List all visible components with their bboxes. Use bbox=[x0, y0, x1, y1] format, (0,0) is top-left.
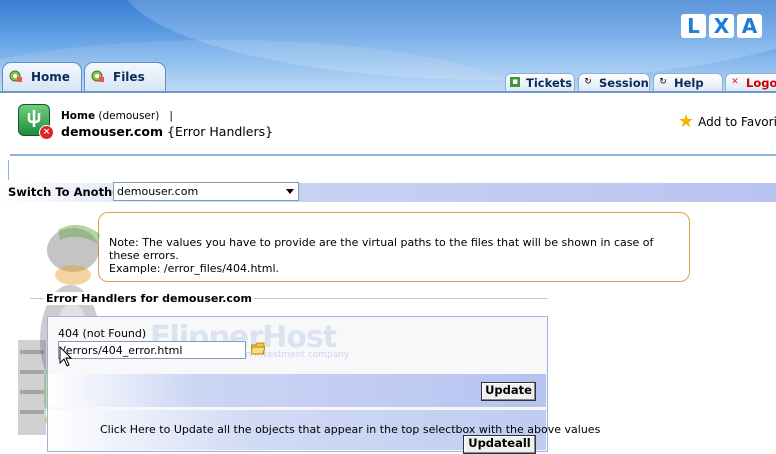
tab-tickets-label: Tickets bbox=[526, 76, 573, 90]
tab-session-label: Session bbox=[599, 76, 649, 90]
ticket-icon: ▪ bbox=[510, 77, 520, 87]
help-icon: ↻ bbox=[659, 77, 667, 87]
switch-label: Switch To Another bbox=[8, 185, 126, 199]
logo-letter: X bbox=[709, 14, 734, 38]
error-path-value: /errors/404_error.html bbox=[62, 344, 183, 357]
field-label-404: 404 (not Found) bbox=[58, 327, 147, 340]
page-title-section: {Error Handlers} bbox=[167, 124, 274, 139]
breadcrumb-home[interactable]: Home bbox=[61, 110, 95, 122]
close-icon: ✕ bbox=[731, 77, 739, 87]
note-line-1: Note: The values you have to provide are… bbox=[109, 236, 654, 262]
tab-divider bbox=[0, 91, 776, 93]
logo-letter: A bbox=[737, 14, 762, 38]
tab-files[interactable]: Files bbox=[84, 62, 166, 93]
logo-letter: L bbox=[681, 14, 706, 38]
gear-icon bbox=[9, 70, 22, 82]
error-path-input-404[interactable]: /errors/404_error.html bbox=[58, 341, 246, 359]
left-divider bbox=[8, 160, 9, 180]
tab-files-label: Files bbox=[113, 70, 145, 84]
chevron-down-icon bbox=[286, 189, 294, 194]
folder-icon[interactable] bbox=[251, 342, 265, 355]
gear-icon bbox=[91, 70, 104, 82]
site-icon: × bbox=[18, 104, 54, 140]
breadcrumb: Home (demouser) | bbox=[61, 110, 173, 122]
session-icon: ↻ bbox=[584, 77, 592, 87]
tab-home[interactable]: Home bbox=[2, 62, 82, 93]
title-divider bbox=[10, 154, 776, 156]
breadcrumb-separator: | bbox=[169, 110, 173, 122]
fieldset-legend: Error Handlers for demouser.com bbox=[44, 292, 254, 305]
domain-select[interactable]: demouser.com bbox=[113, 182, 299, 201]
page-title: demouser.com {Error Handlers} bbox=[61, 124, 273, 139]
star-icon: ★ bbox=[678, 111, 695, 132]
tab-tickets[interactable]: ▪ Tickets bbox=[505, 73, 575, 92]
error-icon: × bbox=[39, 125, 54, 140]
tab-help[interactable]: ↻ Help bbox=[653, 73, 723, 92]
mouse-cursor-icon bbox=[59, 346, 73, 367]
tab-home-label: Home bbox=[31, 70, 70, 84]
page-title-domain: demouser.com bbox=[61, 124, 164, 139]
tab-session[interactable]: ↻ Session bbox=[578, 73, 650, 92]
update-button[interactable]: Update bbox=[481, 382, 536, 401]
lxa-logo: L X A bbox=[681, 14, 762, 40]
update-bar bbox=[48, 374, 546, 407]
favorites-label: Add to Favorites bbox=[698, 115, 776, 129]
note-box: Note: The values you have to provide are… bbox=[98, 212, 690, 282]
tab-logout[interactable]: ✕ Logout bbox=[725, 73, 776, 92]
tab-help-label: Help bbox=[674, 76, 704, 90]
domain-select-value: demouser.com bbox=[117, 185, 199, 198]
tab-logout-label: Logout bbox=[746, 76, 776, 90]
breadcrumb-user: (demouser) bbox=[98, 110, 160, 122]
updateall-button[interactable]: Updateall bbox=[463, 435, 536, 454]
add-to-favorites[interactable]: ★ Add to Favorites bbox=[678, 111, 776, 132]
note-line-2: Example: /error_files/404.html. bbox=[109, 262, 279, 275]
